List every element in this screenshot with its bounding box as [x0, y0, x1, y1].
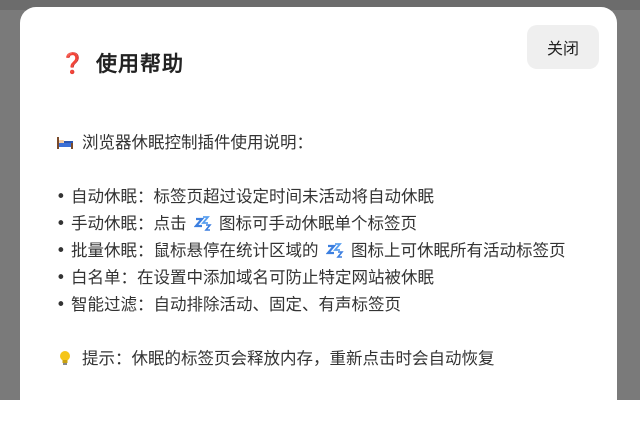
- intro-text: 浏览器休眠控制插件使用说明：: [82, 133, 313, 152]
- close-button[interactable]: 关闭: [527, 25, 599, 69]
- intro-line: 浏览器休眠控制插件使用说明：: [56, 129, 586, 156]
- list-item: • 白名单：在设置中添加域名可防止特定网站被休眠: [56, 268, 434, 287]
- help-content: 浏览器休眠控制插件使用说明： • 自动休眠：标签页超过设定时间未活动将自动休眠 …: [56, 129, 586, 372]
- list-item: • 自动休眠：标签页超过设定时间未活动将自动休眠: [56, 187, 434, 206]
- zzz-icon: [193, 216, 212, 231]
- dialog-header: ❓ 使用帮助: [60, 47, 184, 79]
- tip-text: 提示：休眠的标签页会释放内存，重新点击时会自动恢复: [82, 349, 495, 368]
- list-item: • 智能过滤：自动排除活动、固定、有声标签页: [56, 295, 401, 314]
- bed-icon: [57, 137, 73, 149]
- question-icon: ❓: [60, 51, 85, 75]
- help-dialog: ❓ 使用帮助 关闭 浏览器休眠控制插件使用说明： • 自动休眠：标签页超过设定时…: [20, 7, 617, 427]
- tip-line: 提示：休眠的标签页会释放内存，重新点击时会自动恢复: [56, 345, 586, 372]
- zzz-icon: [325, 243, 344, 258]
- list-item: • 批量休眠：鼠标悬停在统计区域的 图标上可休眠所有活动标签页: [56, 241, 566, 260]
- lightbulb-icon: [60, 351, 70, 365]
- dialog-title: 使用帮助: [96, 52, 184, 76]
- list-item: • 手动休眠：点击 图标可手动休眠单个标签页: [56, 214, 417, 233]
